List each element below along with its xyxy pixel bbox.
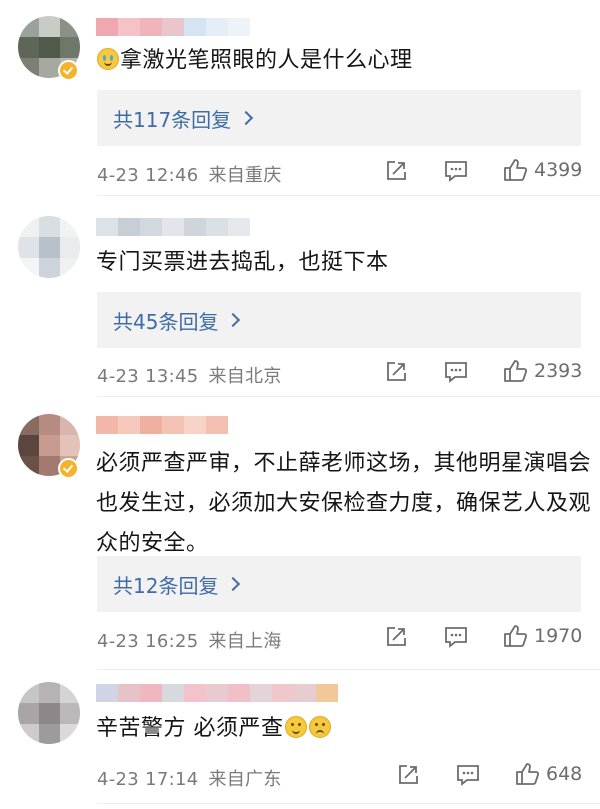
like-button[interactable]: 2393 [502,358,582,384]
share-icon [387,627,406,646]
crying-face-emoji-icon [308,716,331,738]
replies-label: 共117条回复 [113,107,232,132]
comment-button[interactable] [443,625,469,649]
like-button[interactable]: 4399 [502,157,582,183]
comment-meta: 4-23 12:46 来自重庆 [97,161,282,187]
share-button[interactable] [384,360,408,384]
share-icon [387,362,406,381]
comment-text: 拿激光笔照眼的人是什么心理 [96,44,596,78]
comment-icon [445,362,467,383]
divider [97,669,600,670]
share-button[interactable] [396,763,420,787]
comment-location: 来自上海 [208,631,282,652]
like-icon [516,763,540,785]
comment-text: 专门买票进去捣乱，也挺下本 [96,250,389,275]
comment-meta: 4-23 17:14 来自广东 [97,765,282,791]
like-count: 648 [546,763,583,785]
share-button[interactable] [384,625,408,649]
divider [97,803,600,804]
verified-badge-icon [58,458,79,479]
comment-time: 4-23 17:14 [97,769,199,790]
comment-location: 来自重庆 [208,165,282,186]
like-button[interactable]: 648 [514,761,582,787]
replies-label: 共12条回复 [113,573,219,598]
like-count: 2393 [534,360,583,382]
laugh-cry-emoji-icon [97,48,119,70]
divider [97,396,600,397]
divider [97,195,600,196]
username-blurred[interactable] [96,218,250,236]
replies-link[interactable]: 共45条回复 [97,292,581,348]
replies-link[interactable]: 共117条回复 [97,90,581,146]
comment-text: 必须严查严审，不止薛老师这场，其他明星演唱会也发生过，必须加大安保检查力度，确保… [96,451,592,556]
username-blurred[interactable] [96,416,228,434]
comment-time: 4-23 13:45 [97,366,199,387]
chevron-right-icon [226,312,241,328]
username-blurred[interactable] [96,18,250,36]
like-icon [504,360,528,382]
chevron-right-icon [239,110,254,126]
verified-badge-icon [58,60,79,81]
comment-location: 来自广东 [208,769,282,790]
avatar[interactable] [18,682,80,744]
avatar[interactable] [18,216,80,278]
share-button[interactable] [384,159,408,183]
username-blurred[interactable] [96,684,338,702]
comment-icon [457,765,479,786]
comment-text: 辛苦警方 必须严查 [96,712,596,746]
like-count: 1970 [534,625,583,647]
comment-icon [445,627,467,648]
pleading-face-emoji-icon [284,716,307,738]
comment-button[interactable] [455,763,481,787]
like-icon [504,159,528,181]
share-icon [387,161,406,180]
like-count: 4399 [534,159,583,181]
share-icon [399,765,418,784]
comment-meta: 4-23 13:45 来自北京 [97,362,282,388]
chevron-right-icon [226,576,241,592]
comment-time: 4-23 16:25 [97,631,199,652]
comment-button[interactable] [443,159,469,183]
replies-label: 共45条回复 [113,309,219,334]
replies-link[interactable]: 共12条回复 [97,556,581,612]
comment-location: 来自北京 [208,366,282,387]
like-button[interactable]: 1970 [502,623,582,649]
like-icon [504,625,528,647]
comment-time: 4-23 12:46 [97,165,199,186]
comment-icon [445,161,467,182]
comment-button[interactable] [443,360,469,384]
comment-meta: 4-23 16:25 来自上海 [97,627,282,653]
